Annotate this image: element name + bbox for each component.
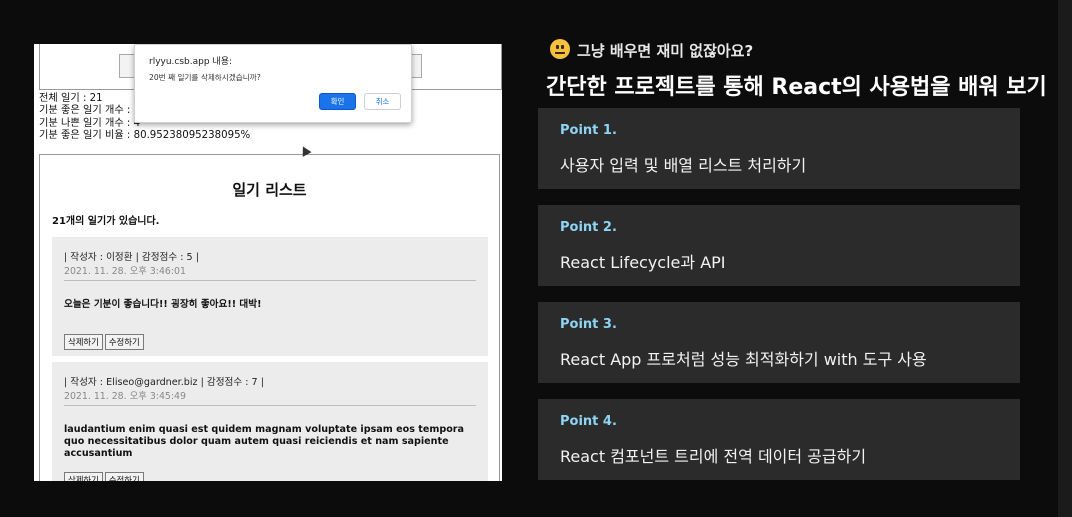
point-label: Point 1.: [560, 123, 617, 138]
list-title: 일기 리스트: [232, 181, 307, 199]
confirm-dialog: rlyyu.csb.app 내용: 20번 째 일기를 삭제하시겠습니까? 확인…: [134, 44, 412, 123]
point-label: Point 3.: [560, 317, 617, 332]
dialog-message: 20번 째 일기를 삭제하시겠습니까?: [149, 73, 261, 82]
diary-item-divider: [64, 280, 476, 281]
list-count: 21개의 일기가 있습니다.: [52, 216, 160, 227]
point-label: Point 4.: [560, 414, 617, 429]
slide-heading: 간단한 프로젝트를 통해 React의 사용법을 배워 보기: [546, 75, 1047, 100]
slide-subheading: 그냥 배우면 재미 없잖아요?: [577, 42, 754, 60]
edit-button[interactable]: 수정하기: [104, 334, 144, 350]
delete-button[interactable]: 삭제하기: [64, 472, 103, 481]
neutral-face-icon: [550, 39, 570, 59]
diary-item: | 작성자 : Eliseo@gardner.biz | 감정점수 : 7 | …: [52, 362, 488, 481]
point-text: React App 프로처럼 성능 최적화하기 with 도구 사용: [560, 350, 927, 369]
diary-item-divider: [64, 405, 476, 406]
diary-item-meta: | 작성자 : Eliseo@gardner.biz | 감정점수 : 7 |: [64, 377, 264, 388]
right-edge-strip: [1058, 0, 1072, 517]
point-text: React 컴포넌트 트리에 전역 데이터 공급하기: [560, 447, 867, 466]
diary-item-content: 오늘은 기분이 좋습니다!! 굉장히 좋아요!! 대박!: [64, 299, 262, 310]
point-card-2: Point 2. React Lifecycle과 API: [538, 205, 1020, 286]
point-card-4: Point 4. React 컴포넌트 트리에 전역 데이터 공급하기: [538, 399, 1020, 480]
diary-list: 일기 리스트 21개의 일기가 있습니다. | 작성자 : 이정환 | 감정점수…: [39, 154, 500, 481]
edit-button[interactable]: 수정하기: [104, 472, 144, 481]
point-label: Point 2.: [560, 220, 617, 235]
diary-item-content: laudantium enim quasi est quidem magnam …: [64, 424, 464, 459]
point-card-1: Point 1. 사용자 입력 및 배열 리스트 처리하기: [538, 108, 1020, 189]
point-text: 사용자 입력 및 배열 리스트 처리하기: [560, 156, 807, 175]
stat-good-ratio: 기분 좋은 일기 비율 : 80.95238095238095%: [39, 130, 251, 142]
point-card-3: Point 3. React App 프로처럼 성능 최적화하기 with 도구…: [538, 302, 1020, 383]
diary-item-date: 2021. 11. 28. 오후 3:46:01: [64, 266, 186, 277]
diary-item-date: 2021. 11. 28. 오후 3:45:49: [64, 391, 186, 402]
point-text: React Lifecycle과 API: [560, 253, 726, 272]
diary-item-meta: | 작성자 : 이정환 | 감정점수 : 5 |: [64, 252, 199, 263]
cancel-button[interactable]: 취소: [364, 93, 401, 110]
diary-item: | 작성자 : 이정환 | 감정점수 : 5 | 2021. 11. 28. 오…: [52, 237, 488, 356]
confirm-button[interactable]: 확인: [319, 93, 356, 110]
delete-button[interactable]: 삭제하기: [64, 334, 103, 350]
dialog-title: rlyyu.csb.app 내용:: [149, 57, 233, 67]
